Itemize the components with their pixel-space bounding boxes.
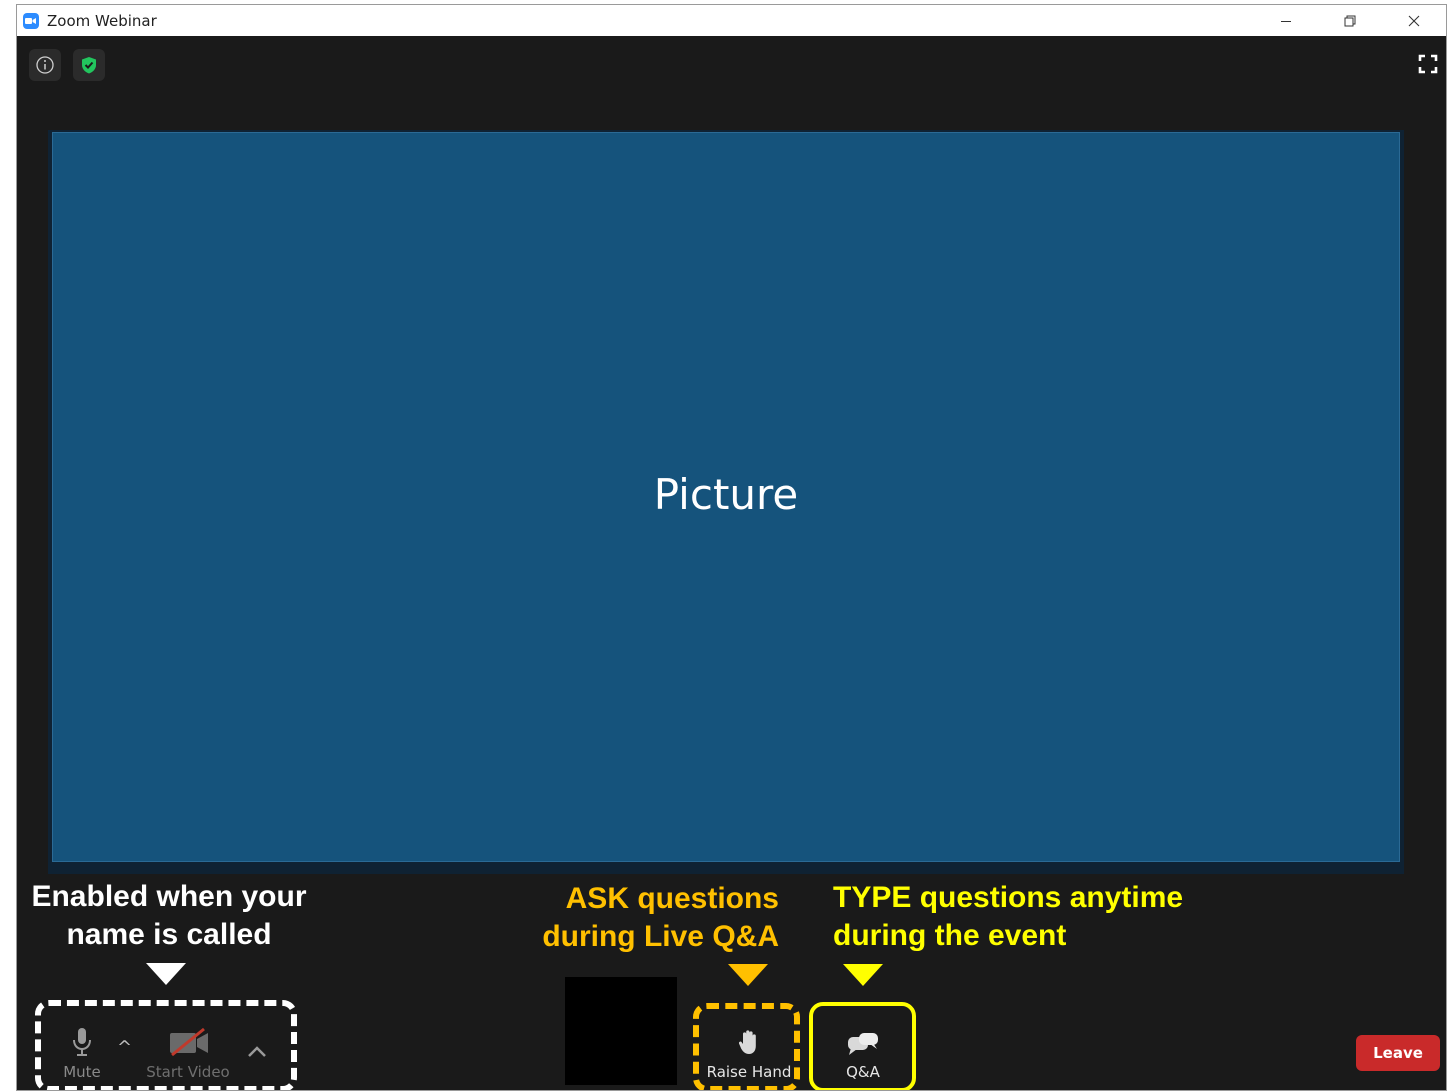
yellow-arrow-icon (843, 964, 883, 986)
minimize-button[interactable] (1254, 5, 1318, 36)
close-button[interactable] (1382, 5, 1446, 36)
self-view-thumbnail (565, 977, 677, 1085)
close-icon (1408, 15, 1420, 26)
start-video-button[interactable]: Start Video (143, 1027, 233, 1081)
raise-hand-label: Raise Hand (706, 1063, 792, 1081)
start-video-label: Start Video (146, 1063, 230, 1081)
leave-button[interactable]: Leave (1356, 1035, 1440, 1071)
mute-button[interactable]: Mute (57, 1027, 107, 1081)
shield-icon (82, 57, 96, 74)
zoom-window: Zoom Webinar Picture Enabled when your n… (16, 4, 1447, 1091)
video-off-icon (170, 1027, 208, 1057)
callout-line: during Live Q&A (542, 920, 779, 953)
callout-ask-questions: ASK questions during Live Q&A (487, 880, 779, 956)
callout-line: TYPE questions anytime (833, 881, 1184, 914)
encryption-shield-button[interactable] (73, 49, 105, 81)
meeting-top-bar (17, 36, 1446, 90)
meeting-info-button[interactable] (29, 49, 61, 81)
video-options-chevron-icon[interactable] (246, 1045, 268, 1059)
hand-icon (738, 1030, 756, 1054)
zoom-app-icon (23, 12, 39, 29)
restore-button[interactable] (1318, 5, 1382, 36)
shared-screen: Picture (52, 132, 1400, 862)
stage-placeholder-label: Picture (653, 469, 799, 519)
qa-icon (848, 1033, 878, 1055)
window-controls (1254, 5, 1446, 36)
callout-line: during the event (833, 919, 1067, 952)
info-icon (36, 56, 54, 74)
window-title: Zoom Webinar (47, 11, 157, 30)
callout-type-questions: TYPE questions anytime during the event (833, 879, 1253, 955)
qa-button[interactable]: Q&A (825, 1031, 901, 1081)
callout-line: ASK questions (565, 882, 779, 915)
mute-label: Mute (63, 1063, 101, 1081)
orange-arrow-icon (728, 964, 768, 986)
white-arrow-icon (146, 963, 186, 985)
audio-options-chevron-icon[interactable]: ^ (117, 1037, 132, 1058)
restore-icon (1344, 15, 1356, 26)
raise-hand-button[interactable]: Raise Hand (701, 1029, 797, 1081)
qa-label: Q&A (846, 1063, 880, 1081)
fullscreen-icon[interactable] (1418, 54, 1438, 74)
callout-enabled-when-called: Enabled when your name is called (19, 878, 319, 954)
minimize-icon (1281, 20, 1291, 22)
callout-line: Enabled when your (31, 880, 307, 913)
callout-line: name is called (66, 918, 272, 951)
title-bar: Zoom Webinar (17, 5, 1446, 36)
microphone-icon (73, 1028, 91, 1056)
